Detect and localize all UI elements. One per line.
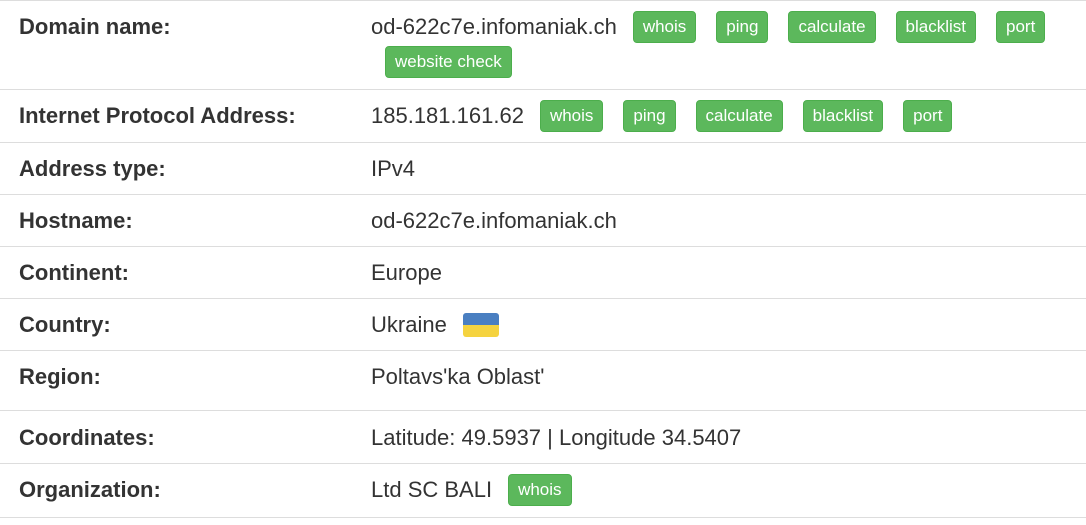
- domain-port-button[interactable]: port: [996, 11, 1046, 43]
- organization-label: Organization:: [19, 477, 161, 502]
- domain-ping-button[interactable]: ping: [716, 11, 769, 43]
- row-coordinates: Coordinates: Latitude: 49.5937 | Longitu…: [0, 411, 1086, 463]
- country-value: Ukraine: [371, 312, 447, 337]
- hostname-value-cell: od-622c7e.infomaniak.ch: [371, 208, 1081, 234]
- row-organization: Organization: Ltd SC BALI whois: [0, 463, 1086, 518]
- ip-port-button[interactable]: port: [903, 100, 953, 132]
- ip-ping-button[interactable]: ping: [623, 100, 676, 132]
- row-region: Region: Poltavs'ka Oblast': [0, 350, 1086, 402]
- region-value-cell: Poltavs'ka Oblast': [371, 364, 1081, 390]
- address-type-value-cell: IPv4: [371, 156, 1081, 182]
- row-country: Country: Ukraine: [0, 298, 1086, 350]
- row-continent: Continent: Europe: [0, 246, 1086, 298]
- address-type-value: IPv4: [371, 156, 416, 181]
- ip-address-value-cell: 185.181.161.62 whois ping calculate blac…: [371, 100, 1081, 132]
- region-value: Poltavs'ka Oblast': [371, 364, 545, 389]
- coordinates-label: Coordinates:: [19, 425, 155, 450]
- row-ip-address: Internet Protocol Address: 185.181.161.6…: [0, 89, 1086, 142]
- coordinates-value: Latitude: 49.5937 | Longitude 34.5407: [371, 425, 742, 450]
- domain-website-check-button[interactable]: website check: [385, 46, 512, 78]
- row-domain-name: Domain name: od-622c7e.infomaniak.ch who…: [0, 0, 1086, 89]
- organization-whois-button[interactable]: whois: [508, 474, 572, 506]
- domain-calculate-button[interactable]: calculate: [788, 11, 876, 43]
- ip-blacklist-button[interactable]: blacklist: [802, 100, 884, 132]
- ip-address-label: Internet Protocol Address:: [19, 103, 296, 128]
- ukraine-flag-icon: [462, 313, 499, 337]
- address-type-label: Address type:: [19, 156, 166, 181]
- country-value-cell: Ukraine: [371, 312, 1081, 338]
- continent-value-cell: Europe: [371, 260, 1081, 286]
- ip-address-value: 185.181.161.62: [371, 103, 524, 128]
- continent-value: Europe: [371, 260, 442, 285]
- ip-calculate-button[interactable]: calculate: [695, 100, 783, 132]
- domain-name-label: Domain name:: [19, 14, 171, 39]
- organization-value: Ltd SC BALI: [371, 477, 493, 502]
- row-address-type: Address type: IPv4: [0, 142, 1086, 194]
- region-label: Region:: [19, 364, 101, 389]
- hostname-label: Hostname:: [19, 208, 133, 233]
- country-label: Country:: [19, 312, 111, 337]
- organization-value-cell: Ltd SC BALI whois: [371, 474, 1081, 506]
- domain-blacklist-button[interactable]: blacklist: [895, 11, 977, 43]
- continent-label: Continent:: [19, 260, 129, 285]
- row-hostname: Hostname: od-622c7e.infomaniak.ch: [0, 194, 1086, 246]
- domain-whois-button[interactable]: whois: [632, 11, 697, 43]
- coordinates-value-cell: Latitude: 49.5937 | Longitude 34.5407: [371, 425, 1081, 451]
- ip-whois-button[interactable]: whois: [539, 100, 604, 132]
- domain-name-value-cell: od-622c7e.infomaniak.ch whois ping calcu…: [371, 11, 1081, 78]
- hostname-value: od-622c7e.infomaniak.ch: [371, 208, 617, 233]
- domain-name-value: od-622c7e.infomaniak.ch: [371, 14, 617, 39]
